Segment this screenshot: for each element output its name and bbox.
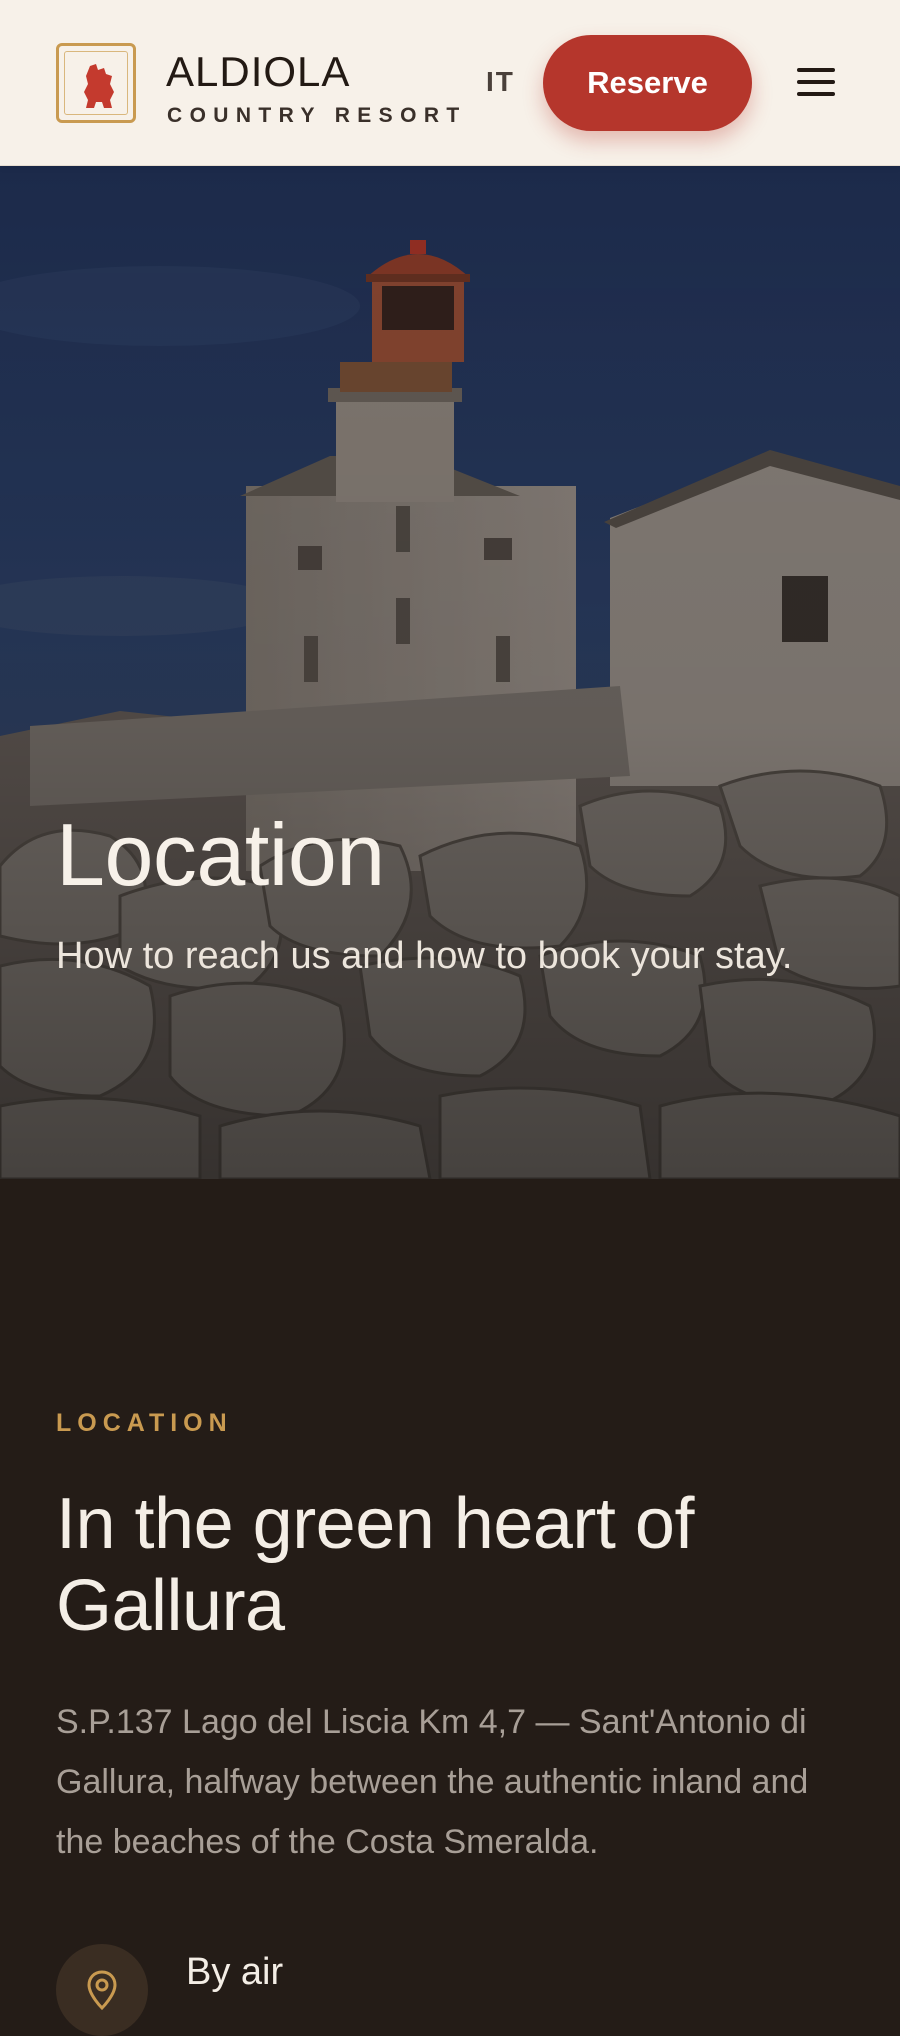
hero-banner: Location How to reach us and how to book… [0, 166, 900, 1179]
brand-name: ALDIOLA [166, 48, 351, 95]
menu-bar [797, 68, 835, 72]
address-text: S.P.137 Lago del Liscia Km 4,7 — Sant'An… [56, 1703, 809, 1861]
site-header: ALDIOLA COUNTRY RESORT IT Reserve [0, 0, 900, 166]
menu-bar [797, 80, 835, 84]
hamburger-menu-icon[interactable] [793, 62, 841, 102]
menu-bar [797, 92, 835, 96]
section-title: In the green heart of Gallura [56, 1484, 694, 1646]
location-section: LOCATION In the green heart of Gallura S… [0, 1179, 900, 2036]
boar-icon [84, 64, 114, 108]
hero-image [0, 166, 900, 1179]
brand-tagline: COUNTRY RESORT [167, 104, 467, 127]
by-air-title: By air [186, 1951, 284, 1993]
language-switch[interactable]: IT [486, 66, 515, 98]
section-eyebrow: LOCATION [56, 1409, 233, 1437]
page-subtitle: How to reach us and how to book your sta… [56, 935, 793, 977]
page-title: Location [56, 805, 385, 904]
pin-icon [87, 1970, 117, 2010]
logo[interactable] [56, 43, 136, 123]
reserve-button[interactable]: Reserve [543, 35, 752, 131]
by-air-icon-badge [56, 1944, 148, 2036]
